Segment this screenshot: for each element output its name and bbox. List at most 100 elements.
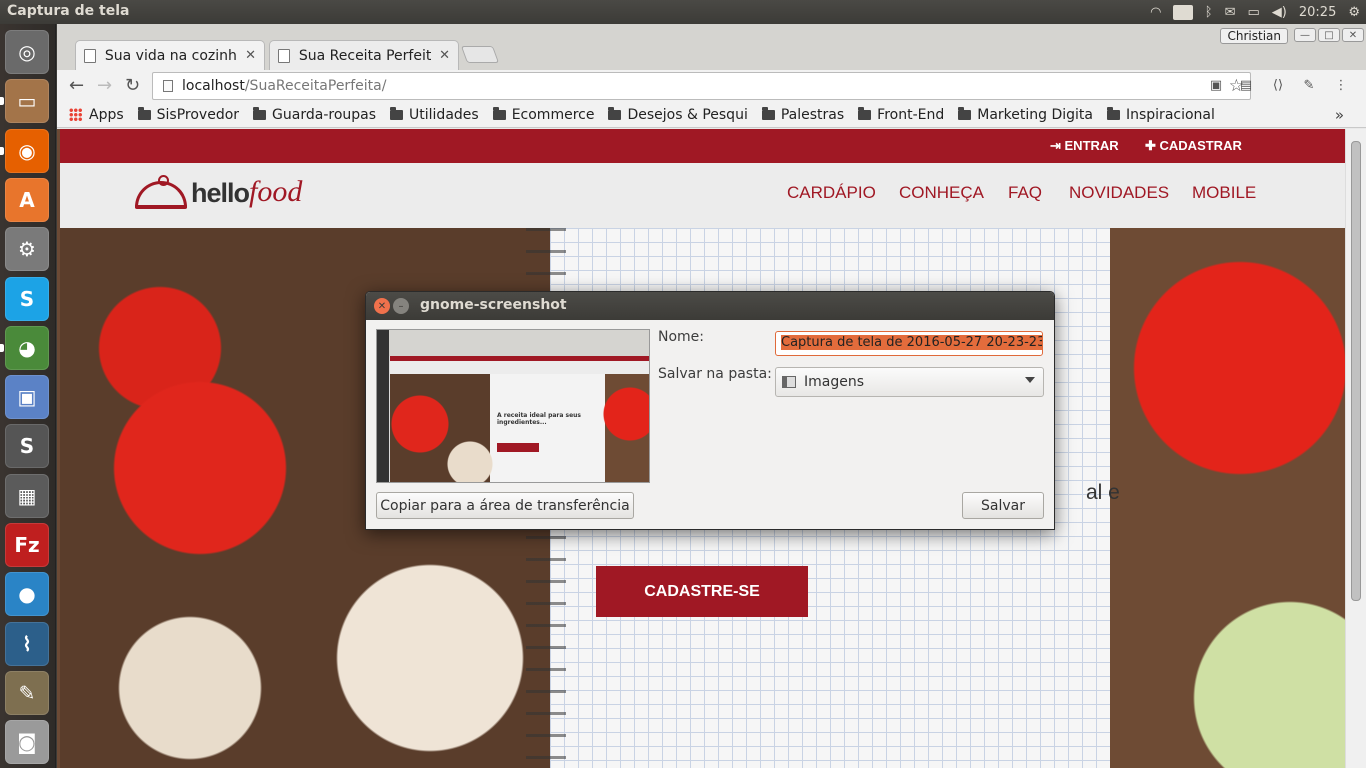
profile-button[interactable]: Christian bbox=[1220, 28, 1288, 44]
copy-to-clipboard-button[interactable]: Copiar para a área de transferência bbox=[376, 492, 634, 519]
hellofood-logo[interactable]: hello food bbox=[135, 175, 302, 209]
extension-sheet-icon[interactable]: ▤ bbox=[1237, 76, 1255, 94]
forward-icon[interactable]: → bbox=[97, 75, 112, 96]
tab-label: Sua Receita Perfeita bbox=[298, 47, 432, 64]
extension-screen-icon[interactable]: ▣ bbox=[1207, 76, 1225, 94]
login-link[interactable]: ⇥ ENTRAR bbox=[1050, 138, 1119, 154]
tab-strip: Sua vida na cozinha ✕ Sua Receita Perfei… bbox=[57, 24, 1366, 70]
address-bar[interactable]: localhost/SuaReceitaPerfeita/ ☆ bbox=[152, 72, 1251, 100]
dialog-title: gnome-screenshot bbox=[420, 297, 567, 313]
close-window-button[interactable]: ✕ bbox=[1342, 28, 1364, 42]
skype-icon[interactable]: S bbox=[5, 276, 49, 321]
battery-icon[interactable]: ▭ bbox=[1248, 5, 1260, 20]
keyboard-layout-indicator[interactable]: Pt bbox=[1173, 4, 1193, 20]
new-tab-button[interactable] bbox=[460, 46, 500, 63]
name-label: Nome: bbox=[658, 329, 705, 345]
screenshot-dialog: ✕ – gnome-screenshot A receita ideal par… bbox=[365, 291, 1055, 530]
firefox-icon[interactable]: ◉ bbox=[5, 128, 49, 173]
back-icon[interactable]: ← bbox=[69, 75, 84, 96]
bookmark-sisprovedor[interactable]: SisProvedor bbox=[137, 106, 239, 123]
bluetooth-icon[interactable]: ᛒ bbox=[1205, 5, 1213, 20]
menu-conheca[interactable]: CONHEÇA bbox=[899, 183, 984, 203]
bookmark-utilidades[interactable]: Utilidades bbox=[390, 106, 479, 123]
menu-icon[interactable]: ⋮ bbox=[1332, 76, 1350, 94]
page-icon bbox=[278, 48, 290, 63]
page-icon bbox=[84, 48, 96, 63]
system-settings-icon[interactable]: ⚙ bbox=[5, 227, 49, 272]
running-indicator bbox=[0, 97, 4, 106]
folder-label: Salvar na pasta: bbox=[658, 366, 772, 382]
cloche-icon bbox=[135, 175, 187, 209]
menu-novidades[interactable]: NOVIDADES bbox=[1069, 183, 1169, 203]
folder-icon bbox=[958, 106, 972, 120]
software-center-icon[interactable]: A bbox=[5, 177, 49, 222]
close-icon[interactable]: ✕ bbox=[245, 48, 256, 63]
folder-icon bbox=[1106, 106, 1120, 120]
screenshot-preview: A receita ideal para seus ingredientes..… bbox=[376, 329, 650, 483]
volume-icon[interactable]: ◀) bbox=[1272, 5, 1287, 20]
preview-launcher bbox=[377, 330, 389, 482]
maximize-button[interactable]: □ bbox=[1318, 28, 1340, 42]
signup-link[interactable]: ✚ CADASTRAR bbox=[1145, 138, 1242, 154]
close-icon[interactable]: ✕ bbox=[439, 48, 450, 63]
bookmarks-overflow-button[interactable]: » bbox=[1335, 106, 1344, 124]
logo-text-food: food bbox=[249, 175, 303, 208]
page-info-icon[interactable] bbox=[163, 80, 173, 92]
bookmark-palestras[interactable]: Palestras bbox=[761, 106, 845, 123]
bookmark-front-end[interactable]: Front-End bbox=[858, 106, 944, 123]
globe-app-icon[interactable]: ● bbox=[5, 572, 49, 617]
folder-icon bbox=[782, 376, 796, 388]
login-label: ENTRAR bbox=[1064, 138, 1119, 153]
menu-mobile[interactable]: MOBILE bbox=[1192, 183, 1256, 203]
minimize-button[interactable]: — bbox=[1294, 28, 1316, 42]
sublime-text-icon[interactable]: S bbox=[5, 424, 49, 469]
virtualbox-icon[interactable]: ▣ bbox=[5, 375, 49, 420]
clock[interactable]: 20:25 bbox=[1299, 5, 1336, 20]
extension-tools-icon[interactable]: ✎ bbox=[1300, 76, 1318, 94]
menu-faq[interactable]: FAQ bbox=[1008, 183, 1042, 203]
bookmark-guarda-roupas[interactable]: Guarda-roupas bbox=[253, 106, 376, 123]
filename-input[interactable]: Captura de tela de 2016-05-27 20-23-23 bbox=[775, 331, 1043, 356]
bookmarks-bar: Apps SisProvedor Guarda-roupas Utilidades Ec… bbox=[57, 102, 1366, 128]
cadastre-se-button[interactable]: CADASTRE-SE bbox=[596, 566, 808, 617]
close-icon[interactable]: ✕ bbox=[374, 298, 390, 314]
preview-button bbox=[497, 443, 539, 452]
reload-icon[interactable]: ↻ bbox=[125, 75, 140, 96]
screenshot-icon[interactable]: ◙ bbox=[5, 720, 49, 765]
bookmark-ecommerce[interactable]: Ecommerce bbox=[492, 106, 594, 123]
wifi-icon[interactable]: ◠ bbox=[1150, 5, 1161, 20]
extension-code-icon[interactable]: ⟨⟩ bbox=[1269, 76, 1287, 94]
dialog-titlebar[interactable]: ✕ – gnome-screenshot bbox=[366, 292, 1054, 320]
bookmark-inspiracional[interactable]: Inspiracional bbox=[1106, 106, 1215, 123]
bookmark-desejos-pesqui[interactable]: Desejos & Pesqui bbox=[608, 106, 748, 123]
folder-icon bbox=[390, 106, 404, 120]
save-button[interactable]: Salvar bbox=[962, 492, 1044, 519]
menu-cardapio[interactable]: CARDÁPIO bbox=[787, 183, 876, 203]
folder-value: Imagens bbox=[804, 374, 865, 390]
page-scrollbar[interactable] bbox=[1345, 129, 1366, 768]
mysql-workbench-icon[interactable]: ⌇ bbox=[5, 621, 49, 666]
chrome-icon[interactable]: ◕ bbox=[5, 325, 49, 370]
scrollbar-thumb[interactable] bbox=[1351, 141, 1361, 601]
site-nav: hello food CARDÁPIO CONHEÇA FAQ NOVIDADES… bbox=[60, 163, 1345, 228]
tab-sua-receita[interactable]: Sua Receita Perfeita ✕ bbox=[269, 40, 459, 70]
tab-sua-vida[interactable]: Sua vida na cozinha ✕ bbox=[75, 40, 265, 70]
bookmark-marketing-digita[interactable]: Marketing Digita bbox=[958, 106, 1093, 123]
preview-tabstrip bbox=[377, 330, 649, 356]
running-indicator bbox=[0, 343, 4, 352]
folder-select[interactable]: Imagens bbox=[775, 367, 1044, 397]
gear-icon[interactable]: ⚙ bbox=[1348, 5, 1360, 20]
address-host: localhost bbox=[182, 78, 245, 94]
preview-nav bbox=[390, 361, 649, 374]
bookmark-label: Palestras bbox=[780, 106, 845, 123]
ubuntu-dash-icon[interactable]: ◎ bbox=[5, 30, 49, 74]
calculator-icon[interactable]: ▦ bbox=[5, 473, 49, 518]
mail-icon[interactable]: ✉ bbox=[1225, 5, 1236, 20]
active-window-title: Captura de tela bbox=[7, 3, 130, 19]
bookmark-apps[interactable]: Apps bbox=[69, 107, 124, 123]
top-panel: Captura de tela ◠ Pt ᛒ ✉ ▭ ◀) 20:25 ⚙ bbox=[0, 0, 1366, 24]
files-icon[interactable]: ▭ bbox=[5, 79, 49, 124]
gimp-icon[interactable]: ✎ bbox=[5, 670, 49, 715]
filezilla-icon[interactable]: Fz bbox=[5, 523, 49, 567]
minimize-icon[interactable]: – bbox=[393, 298, 409, 314]
